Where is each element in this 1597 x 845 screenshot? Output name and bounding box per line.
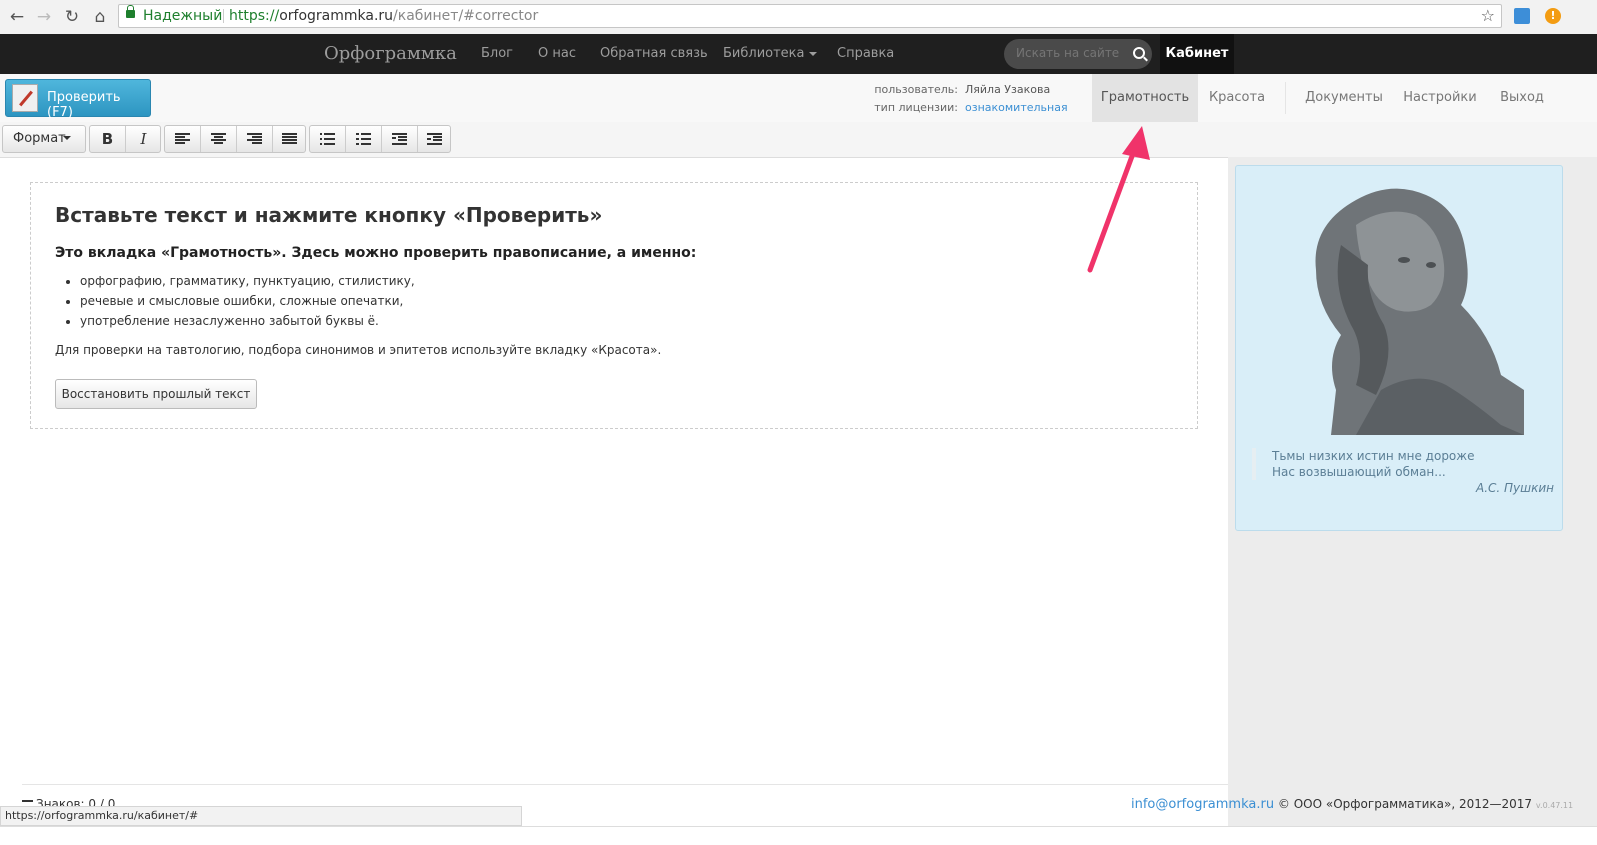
version-label: v.0.47.11: [1535, 801, 1574, 810]
align-center-button[interactable]: [201, 126, 236, 152]
indent-icon: [427, 133, 442, 145]
site-brand[interactable]: Орфограммка: [324, 43, 457, 64]
user-value: Ляйла Узакова: [965, 83, 1051, 96]
format-toolbar: Формат B I: [0, 122, 1597, 158]
quote-line: Тьмы низких истин мне дороже: [1272, 449, 1475, 463]
nav-blog[interactable]: Блог: [481, 46, 513, 61]
tab-logout[interactable]: Выход: [1490, 74, 1554, 122]
browser-status-bar: https://orfogrammka.ru/кабинет/#: [0, 806, 522, 826]
alert-icon[interactable]: !: [1545, 8, 1561, 24]
nav-help[interactable]: Справка: [837, 46, 894, 61]
list-item: речевые и смысловые ошибки, сложные опеч…: [80, 291, 415, 311]
tab-gramotnost[interactable]: Грамотность: [1092, 74, 1198, 122]
check-button-label: Проверить (F7): [47, 90, 121, 120]
format-dropdown[interactable]: Формат: [2, 125, 86, 153]
tab-description: Это вкладка «Грамотность». Здесь можно п…: [55, 245, 697, 261]
bookmark-star-icon[interactable]: ☆: [1481, 6, 1495, 25]
chevron-down-icon: [808, 51, 817, 56]
hint-text: Для проверки на тавтологию, подбора сино…: [55, 343, 662, 357]
align-left-icon: [175, 133, 190, 145]
restore-text-button[interactable]: Восстановить прошлый текст: [55, 379, 257, 409]
back-icon[interactable]: ←: [6, 6, 28, 28]
arrow-head: [1122, 126, 1150, 160]
user-label: пользователь:: [874, 83, 958, 96]
editor-area[interactable]: Вставьте текст и нажмите кнопку «Провери…: [30, 182, 1198, 429]
numbered-list-icon: [356, 133, 371, 145]
quote-line: Нас возвышающий обман...: [1272, 465, 1446, 479]
bullet-list-icon: [320, 133, 335, 145]
feature-list: орфографию, грамматику, пунктуацию, стил…: [55, 271, 415, 331]
site-navbar: Орфограммка Блог О нас Обратная связь Би…: [0, 34, 1597, 74]
search-input[interactable]: [1016, 46, 1126, 60]
footer-divider: [22, 784, 1228, 785]
align-right-button[interactable]: [237, 126, 272, 152]
copyright-text: © ООО «Орфограмматика», 2012—2017: [1277, 797, 1533, 811]
arrow-shaft: [1087, 137, 1141, 273]
address-bar[interactable]: Надежный https://orfogrammka.ru/кабинет/…: [118, 4, 1502, 28]
forward-icon[interactable]: →: [33, 6, 55, 28]
tab-divider: [1285, 82, 1286, 114]
home-icon[interactable]: ⌂: [89, 6, 111, 28]
nav-feedback[interactable]: Обратная связь: [600, 46, 708, 61]
align-center-icon: [211, 133, 226, 145]
annotation-arrow: [1087, 126, 1150, 273]
url-divider: [223, 9, 224, 23]
align-right-icon: [247, 133, 262, 145]
browser-toolbar: ← → ↻ ⌂ Надежный https://orfogrammka.ru/…: [0, 0, 1597, 35]
bullet-list-button[interactable]: [310, 126, 345, 152]
copyright: info@orfogrammka.ru © ООО «Орфограмматик…: [1131, 797, 1573, 812]
license-label: тип лицензии:: [874, 101, 958, 114]
site-search: [1004, 39, 1152, 69]
chevron-down-icon: [63, 136, 71, 140]
bold-button[interactable]: B: [90, 126, 125, 152]
tab-krasota[interactable]: Красота: [1198, 74, 1276, 122]
italic-button[interactable]: I: [126, 126, 161, 152]
format-label: Формат: [13, 131, 66, 146]
app-toolbar: Проверить (F7) пользователь: Ляйла Узако…: [0, 74, 1597, 123]
outdent-icon: [392, 133, 407, 145]
lock-icon: [126, 5, 135, 18]
tab-settings[interactable]: Настройки: [1396, 74, 1484, 122]
spellcheck-icon: [12, 84, 38, 112]
license-value[interactable]: ознакомительная: [965, 101, 1068, 114]
list-item: употребление незаслуженно забытой буквы …: [80, 311, 415, 331]
secure-label: Надежный: [143, 8, 223, 24]
text-style-group: B I: [89, 125, 161, 153]
url-text[interactable]: https://orfogrammka.ru/кабинет/#correcto…: [229, 8, 538, 24]
reload-icon[interactable]: ↻: [61, 6, 83, 28]
contact-email-link[interactable]: info@orfogrammka.ru: [1131, 797, 1274, 812]
list-group: [309, 125, 451, 153]
nav-about[interactable]: О нас: [538, 46, 576, 61]
nav-library[interactable]: Библиотека: [723, 46, 817, 61]
numbered-list-button[interactable]: [346, 126, 381, 152]
indent-button[interactable]: [417, 126, 452, 152]
align-justify-icon: [282, 133, 297, 145]
tab-documents[interactable]: Документы: [1298, 74, 1390, 122]
nav-cabinet[interactable]: Кабинет: [1160, 34, 1234, 74]
list-item: орфографию, грамматику, пунктуацию, стил…: [80, 271, 415, 291]
justify-button[interactable]: [272, 126, 307, 152]
search-icon[interactable]: [1133, 47, 1145, 59]
outdent-button[interactable]: [382, 126, 417, 152]
extension-icon[interactable]: [1514, 8, 1530, 24]
align-left-button[interactable]: [165, 126, 200, 152]
pushkin-bust-image: [1315, 188, 1524, 435]
page-title: Вставьте текст и нажмите кнопку «Провери…: [55, 203, 603, 227]
quote-author: А.С. Пушкин: [1476, 481, 1555, 495]
align-group: [164, 125, 306, 153]
check-button[interactable]: Проверить (F7): [5, 79, 151, 120]
quote-text: Тьмы низких истин мне дороже Нас возвыша…: [1252, 448, 1552, 480]
browser-bottom: [0, 826, 1597, 845]
